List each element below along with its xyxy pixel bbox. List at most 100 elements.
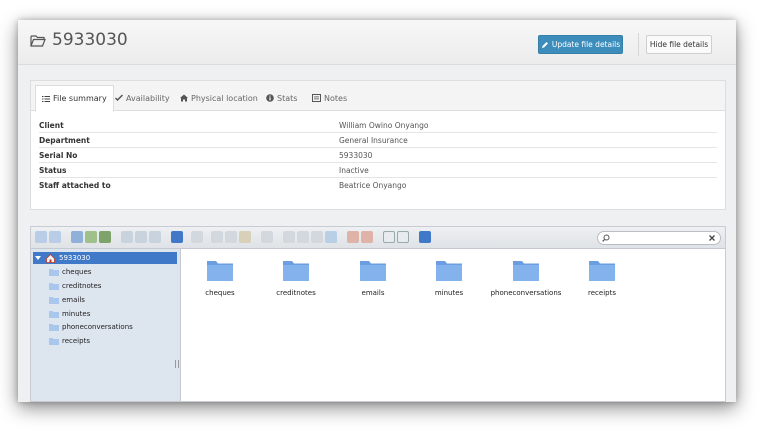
home-icon[interactable] bbox=[71, 231, 83, 243]
new-folder-icon[interactable] bbox=[121, 231, 133, 243]
folder-icon bbox=[49, 283, 59, 290]
tree-item-minutes[interactable]: minutes bbox=[49, 308, 90, 320]
header-divider bbox=[638, 33, 639, 56]
tab-notes[interactable]: Notes bbox=[306, 85, 353, 111]
file-manager-toolbar bbox=[31, 227, 725, 249]
folder-item-receipts[interactable]: receipts bbox=[567, 259, 637, 297]
search-input[interactable] bbox=[612, 233, 702, 243]
tree-root-label: 5933030 bbox=[59, 254, 91, 262]
row-key: Client bbox=[39, 120, 64, 130]
file-summary-panel: File summary Availability Physical locat… bbox=[30, 80, 726, 210]
folder-icon bbox=[513, 261, 539, 281]
folder-item-minutes[interactable]: minutes bbox=[414, 259, 484, 297]
delete-icon[interactable] bbox=[261, 231, 273, 243]
table-row: Staff attached to Beatrice Onyango bbox=[39, 177, 717, 192]
folder-name: receipts bbox=[588, 289, 616, 297]
tree-root-item[interactable]: 5933030 bbox=[33, 252, 177, 264]
folder-icon bbox=[207, 261, 233, 281]
back-icon[interactable] bbox=[35, 231, 47, 243]
notes-icon bbox=[312, 94, 321, 102]
tree-item-emails[interactable]: emails bbox=[49, 294, 85, 306]
table-row: Client William Owino Onyango bbox=[39, 118, 717, 132]
hide-file-details-label: Hide file details bbox=[649, 40, 709, 49]
close-icon[interactable] bbox=[709, 235, 715, 241]
tree-item-label: cheques bbox=[62, 268, 92, 276]
page-header: 5933030 Update file details Hide file de… bbox=[18, 20, 736, 65]
row-key: Staff attached to bbox=[39, 180, 111, 190]
page-frame: 5933030 Update file details Hide file de… bbox=[18, 20, 736, 402]
search-icon bbox=[602, 234, 610, 242]
paste-icon[interactable] bbox=[239, 231, 251, 243]
folder-icon bbox=[49, 311, 59, 318]
update-file-details-label: Update file details bbox=[551, 40, 621, 49]
folder-item-emails[interactable]: emails bbox=[338, 259, 408, 297]
tab-label: Notes bbox=[324, 93, 348, 103]
row-value: 5933030 bbox=[339, 150, 373, 160]
save-icon[interactable] bbox=[99, 231, 111, 243]
search-icon[interactable] bbox=[211, 231, 223, 243]
folder-icon bbox=[360, 261, 386, 281]
folder-icon bbox=[49, 297, 59, 304]
folder-item-cheques[interactable]: cheques bbox=[185, 259, 255, 297]
row-value: General Insurance bbox=[339, 135, 408, 145]
extract-icon[interactable] bbox=[325, 231, 337, 243]
tree-item-label: phoneconversations bbox=[62, 323, 133, 331]
table-row: Status Inactive bbox=[39, 162, 717, 177]
edit-icon[interactable] bbox=[297, 231, 309, 243]
duplicate-icon[interactable] bbox=[311, 231, 323, 243]
folder-item-phoneconversations[interactable]: phoneconversations bbox=[491, 259, 561, 297]
folder-name: minutes bbox=[434, 289, 464, 297]
check-icon bbox=[115, 94, 123, 102]
row-value: Inactive bbox=[339, 165, 369, 175]
folder-tree: 5933030 cheques creditnotes emails minut… bbox=[31, 249, 181, 401]
folder-name: emails bbox=[361, 289, 385, 297]
table-row: Department General Insurance bbox=[39, 132, 717, 147]
tab-stats[interactable]: Stats bbox=[260, 85, 303, 111]
folder-icon bbox=[589, 261, 615, 281]
search-box[interactable] bbox=[597, 231, 721, 245]
tab-physical-location[interactable]: Physical location bbox=[174, 85, 264, 111]
tab-label: Availability bbox=[126, 93, 170, 103]
icons-view-icon[interactable] bbox=[383, 231, 395, 243]
list-icon bbox=[42, 95, 50, 102]
tree-resize-handle[interactable] bbox=[175, 360, 179, 368]
tab-file-summary[interactable]: File summary bbox=[35, 85, 114, 112]
info-icon bbox=[266, 94, 274, 102]
hide-file-details-button[interactable]: Hide file details bbox=[646, 35, 712, 54]
home-icon bbox=[180, 94, 188, 102]
tab-label: File summary bbox=[53, 94, 107, 103]
folder-name: creditnotes bbox=[276, 289, 316, 297]
folder-icon bbox=[49, 338, 59, 345]
tab-bar: File summary Availability Physical locat… bbox=[31, 81, 725, 112]
chevron-down-icon[interactable] bbox=[35, 255, 41, 261]
reload-icon[interactable] bbox=[85, 231, 97, 243]
row-value: Beatrice Onyango bbox=[339, 180, 407, 190]
tree-item-creditnotes[interactable]: creditnotes bbox=[49, 280, 101, 292]
compress-icon[interactable] bbox=[361, 231, 373, 243]
help-icon[interactable] bbox=[419, 231, 431, 243]
view-icon[interactable] bbox=[191, 231, 203, 243]
folder-icon bbox=[283, 261, 309, 281]
new-file-icon[interactable] bbox=[135, 231, 147, 243]
row-value: William Owino Onyango bbox=[339, 120, 429, 130]
tree-item-label: minutes bbox=[62, 310, 91, 318]
folder-name: phoneconversations bbox=[490, 289, 562, 297]
folder-grid: cheques creditnotes emails minutes phone… bbox=[181, 249, 725, 401]
info-icon[interactable] bbox=[171, 231, 183, 243]
cut-icon[interactable] bbox=[225, 231, 237, 243]
home-folder-icon bbox=[46, 253, 55, 263]
tab-availability[interactable]: Availability bbox=[109, 85, 176, 111]
upload-icon[interactable] bbox=[149, 231, 161, 243]
tree-item-cheques[interactable]: cheques bbox=[49, 266, 91, 278]
archive-icon[interactable] bbox=[347, 231, 359, 243]
tree-item-phoneconversations[interactable]: phoneconversations bbox=[49, 321, 133, 333]
forward-icon[interactable] bbox=[49, 231, 61, 243]
tree-item-receipts[interactable]: receipts bbox=[49, 335, 90, 347]
list-view-icon[interactable] bbox=[397, 231, 409, 243]
folder-icon bbox=[436, 261, 462, 281]
folder-icon bbox=[49, 324, 59, 331]
pencil-icon bbox=[541, 41, 548, 48]
update-file-details-button[interactable]: Update file details bbox=[538, 35, 623, 54]
rename-icon[interactable] bbox=[283, 231, 295, 243]
folder-item-creditnotes[interactable]: creditnotes bbox=[261, 259, 331, 297]
